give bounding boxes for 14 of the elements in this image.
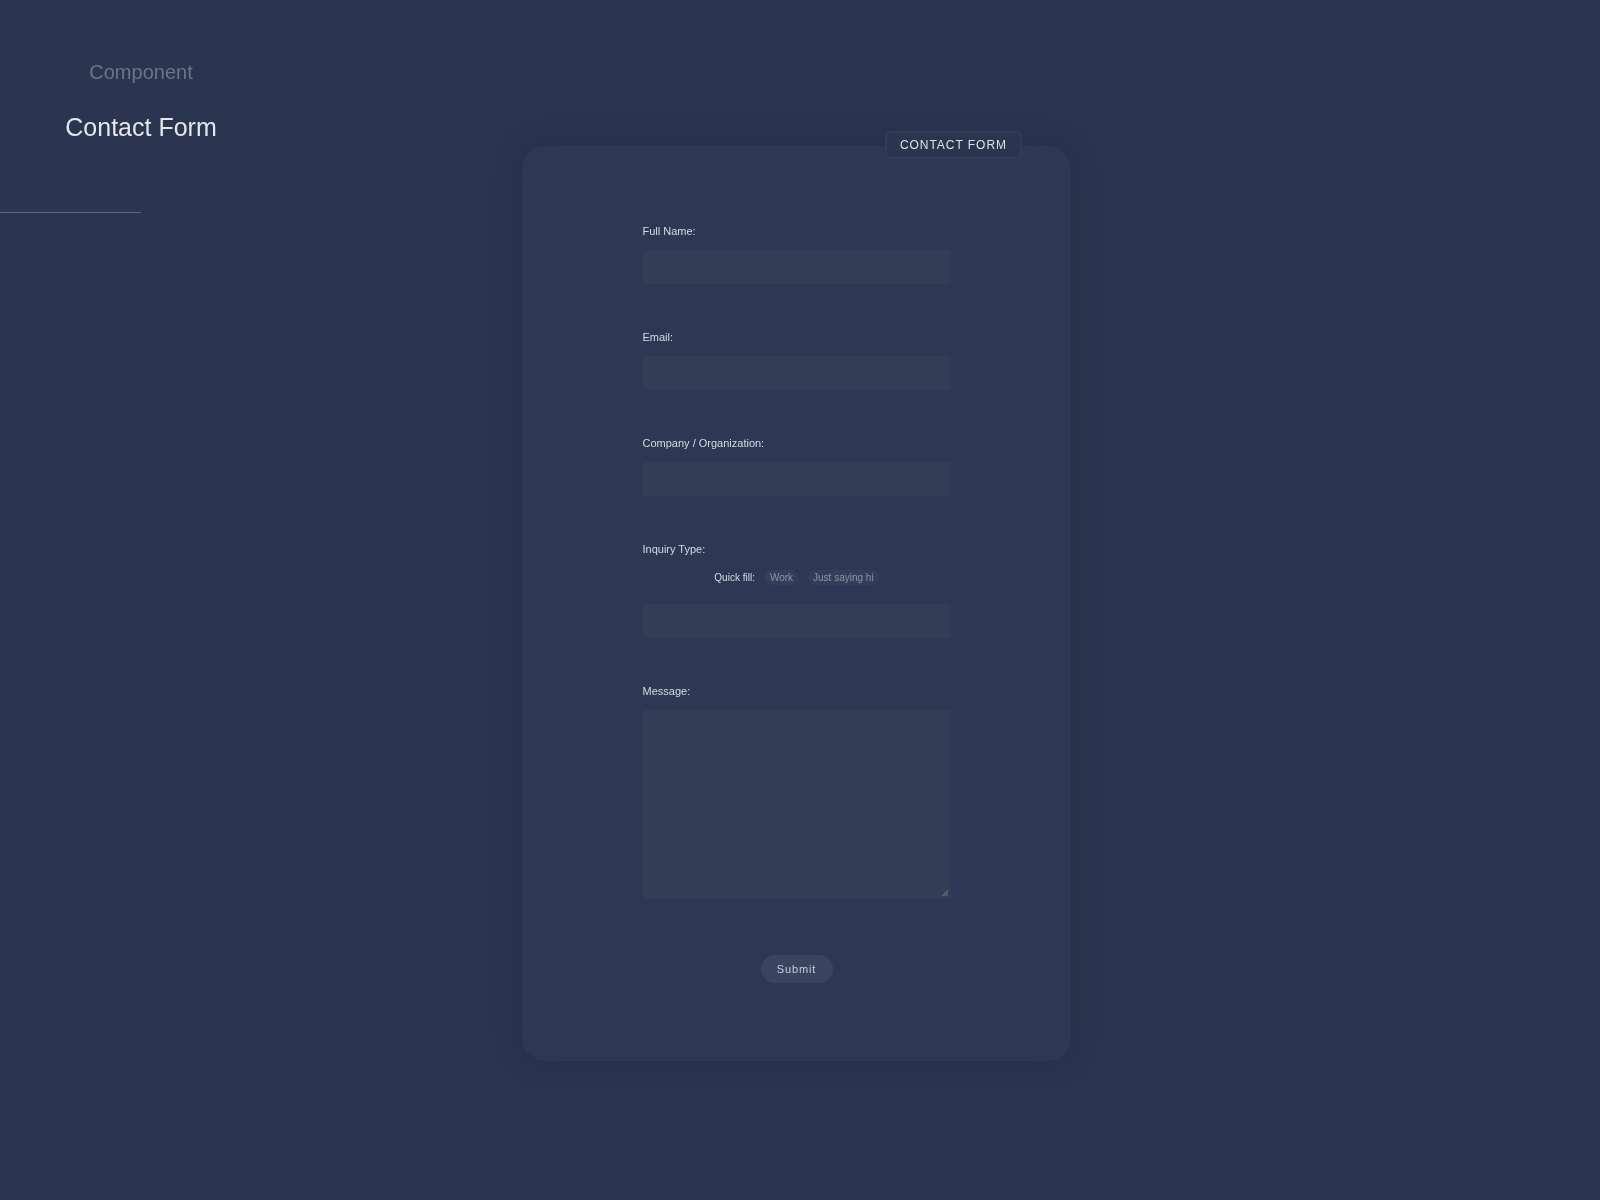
quick-fill-option[interactable]: Just saying hi	[808, 570, 879, 585]
resize-grip-icon[interactable]	[941, 890, 948, 896]
field-label: Company / Organization:	[642, 436, 765, 450]
field-label: Inquiry Type:	[642, 542, 706, 556]
submit-button[interactable]: Submit	[760, 955, 833, 983]
quick-fill-label: Quick fill:	[714, 570, 755, 585]
form-tag: CONTACT FORM	[884, 131, 1022, 159]
page-title: Contact Form	[65, 112, 217, 142]
eyebrow-text: Component	[89, 60, 193, 85]
field-label: Message:	[642, 684, 691, 698]
field-label: Email:	[642, 330, 674, 344]
quick-fill-option[interactable]: Work	[764, 570, 799, 585]
field-label: Full Name:	[642, 224, 696, 238]
message-field[interactable]	[642, 710, 951, 899]
